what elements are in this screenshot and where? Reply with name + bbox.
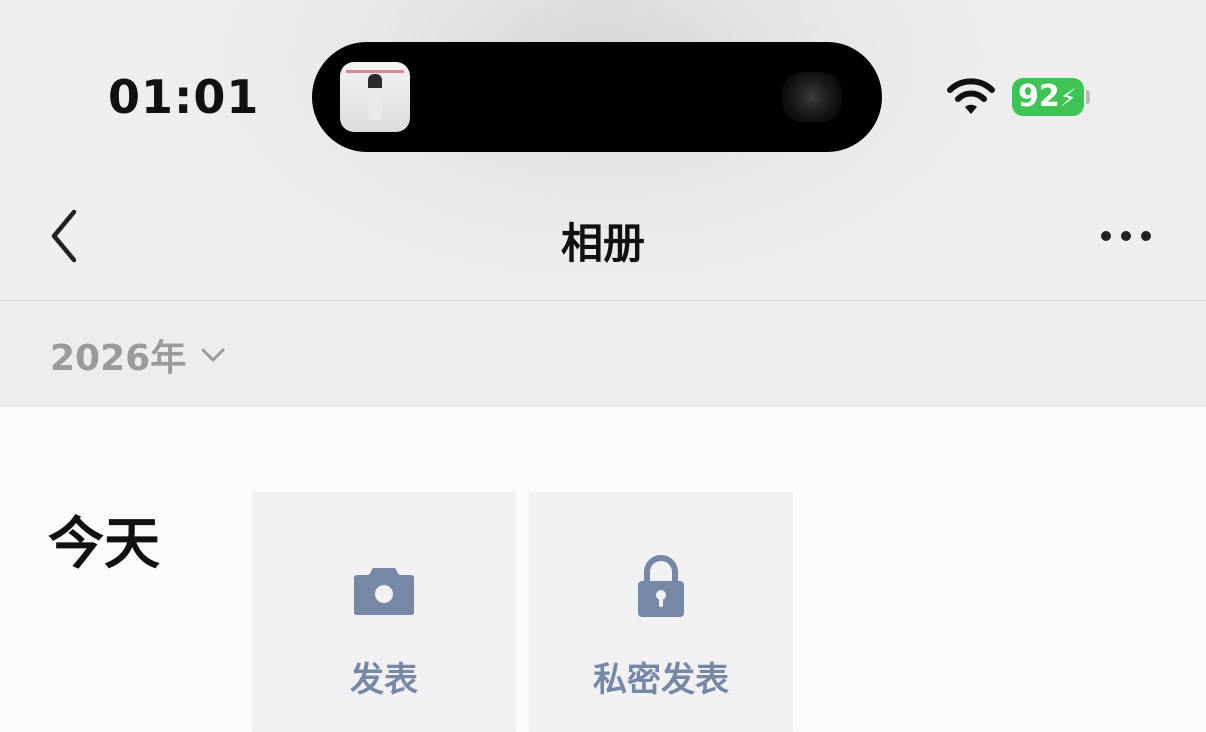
private-publish-button[interactable]: 私密发表: [529, 492, 793, 732]
bolt-icon: ⚡: [1059, 84, 1077, 112]
media-thumbnail[interactable]: [340, 62, 410, 132]
publish-label: 发表: [350, 660, 418, 700]
year-label: 2026年: [50, 338, 187, 379]
battery-tip: [1086, 90, 1090, 104]
wifi-icon: [947, 78, 995, 114]
navigation-bar: 相册: [0, 170, 1206, 300]
dynamic-island[interactable]: [312, 42, 882, 152]
thumbnail-figure: [368, 74, 382, 120]
year-filter-bar: 2026年: [0, 301, 1206, 407]
chevron-down-icon: [201, 348, 225, 362]
island-indicator: [782, 72, 842, 122]
page-title: 相册: [560, 219, 645, 268]
day-label: 今天: [48, 512, 160, 577]
album-feed: 今天 发表 私密发表: [0, 407, 1206, 732]
status-time: 01:01: [108, 70, 260, 124]
ellipsis-icon[interactable]: [1098, 226, 1154, 246]
publish-button[interactable]: 发表: [252, 492, 516, 732]
camera-icon: [354, 568, 414, 615]
year-dropdown[interactable]: 2026年: [50, 331, 226, 379]
private-publish-label: 私密发表: [593, 660, 729, 700]
thumbnail-banner: [346, 70, 404, 73]
lock-icon: [638, 555, 684, 617]
battery-level: 92: [1018, 79, 1060, 114]
battery-indicator: 92⚡: [1012, 78, 1084, 116]
